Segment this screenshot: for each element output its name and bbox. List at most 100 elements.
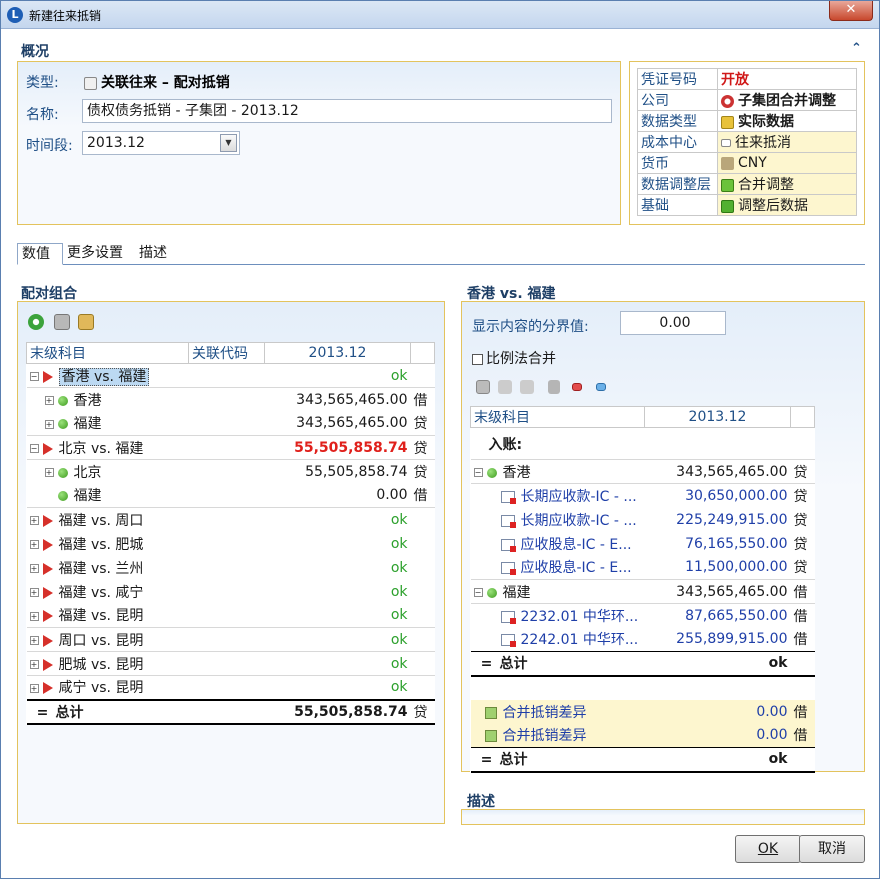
prop-key: 货币	[637, 152, 718, 174]
properties-table: 凭证号码 开放 公司 子集团合并调整 数据类型 实际数据 成本中心 往来抵消 货币 CNY…	[637, 68, 857, 216]
collapse-toggle-icon[interactable]: −	[29, 372, 39, 381]
prop-key: 公司	[637, 89, 718, 111]
table-row[interactable]: + 福建 vs. 咸宁 ok	[27, 580, 435, 604]
col-header-code[interactable]: 关联代码	[188, 342, 265, 364]
table-row[interactable]: 应收股息-IC - E... 76,165,550.00 贷	[471, 532, 815, 556]
table-row[interactable]: + 肥城 vs. 昆明 ok	[26, 651, 435, 676]
grid-alt-icon[interactable]	[520, 380, 534, 394]
table-row[interactable]: + 福建 vs. 兰州 ok	[27, 556, 435, 580]
expand-toggle-icon[interactable]: +	[29, 540, 39, 549]
table-row[interactable]: + 福建 vs. 周口 ok	[26, 507, 435, 532]
col-header-account[interactable]: 末级科目	[470, 406, 645, 428]
table-row[interactable]: 福建 0.00 借	[27, 484, 435, 508]
diff-icon	[484, 730, 497, 743]
cube-icon[interactable]	[54, 314, 70, 330]
basis-icon	[721, 199, 734, 213]
database-icon	[721, 115, 734, 129]
pair-icon	[42, 634, 53, 647]
prop-value[interactable]: 调整后数据	[738, 198, 808, 214]
expand-toggle-icon[interactable]: +	[44, 419, 54, 429]
table-row[interactable]: 2232.01 中华环... 87,665,550.00 借	[470, 603, 815, 628]
total-row: = 总计 ok	[470, 747, 815, 772]
collapse-toggle-icon[interactable]: −	[29, 444, 39, 453]
col-header-period[interactable]: 2013.12	[264, 342, 411, 364]
detail-table: 末级科目 2013.12 入账: − 香港 343,565,465.00 贷 长期应收款…	[470, 406, 815, 773]
table-row[interactable]: 长期应收款-IC - ... 225,249,915.00 贷	[471, 508, 815, 532]
grid-icon[interactable]	[498, 380, 512, 394]
tab-description[interactable]: 描述	[135, 243, 171, 265]
prop-value[interactable]: CNY	[738, 155, 767, 171]
tab-more-settings[interactable]: 更多设置	[63, 243, 127, 265]
prop-value[interactable]: 开放	[717, 68, 857, 90]
expand-toggle-icon[interactable]: +	[29, 636, 39, 645]
cancel-button[interactable]: 取消	[799, 835, 865, 863]
tab-strip: 数值 更多设置 描述	[17, 241, 865, 265]
prop-key: 数据调整层	[637, 173, 718, 195]
expand-toggle-icon[interactable]: +	[29, 588, 39, 597]
col-header-account[interactable]: 末级科目	[26, 342, 189, 364]
ok-button[interactable]: OK	[735, 835, 801, 863]
collapse-toggle-icon[interactable]: −	[473, 468, 483, 477]
entity-icon	[57, 467, 68, 478]
cost-center-icon	[721, 139, 731, 147]
entity-icon	[57, 491, 68, 502]
table-row[interactable]: + 咸宁 vs. 昆明 ok	[26, 675, 435, 700]
table-row[interactable]: + 福建 vs. 昆明 ok	[27, 604, 435, 628]
diff-row[interactable]: 合并抵销差异 0.00 借	[470, 723, 815, 748]
expand-toggle-icon[interactable]: +	[29, 516, 39, 526]
description-panel[interactable]	[461, 809, 865, 825]
collapse-toggle-icon[interactable]: −	[473, 588, 483, 597]
name-input[interactable]: 债权债务抵销 - 子集团 - 2013.12	[82, 99, 612, 123]
table-row[interactable]: 长期应收款-IC - ... 30,650,000.00 贷	[470, 483, 815, 508]
checkbox-icon[interactable]	[472, 353, 483, 365]
table-row[interactable]: + 香港 343,565,465.00 借	[26, 387, 435, 412]
col-header-period[interactable]: 2013.12	[644, 406, 791, 428]
refresh-icon[interactable]	[28, 314, 44, 330]
description-title: 描述	[467, 794, 495, 810]
table-row[interactable]: + 福建 vs. 肥城 ok	[27, 532, 435, 556]
period-label: 时间段:	[26, 138, 73, 154]
diff-row[interactable]: 合并抵销差异 0.00 借	[470, 699, 815, 724]
period-select[interactable]: 2013.12 ▼	[82, 131, 240, 155]
table-row[interactable]: 应收股息-IC - E... 11,500,000.00 贷	[471, 556, 815, 580]
expand-toggle-icon[interactable]: +	[44, 468, 54, 478]
title-bar: L 新建往来抵销 ✕	[1, 1, 879, 29]
expand-toggle-icon[interactable]: +	[29, 660, 39, 669]
table-row[interactable]: 2242.01 中华环... 255,899,915.00 借	[471, 628, 815, 652]
window-title: 新建往来抵销	[29, 9, 102, 23]
pair-panel: 末级科目 关联代码 2013.12 − 香港 vs. 福建 ok + 香港 343,565,…	[17, 301, 445, 824]
pair-icon	[42, 370, 53, 383]
tab-values[interactable]: 数值	[17, 243, 63, 265]
table-row[interactable]: + 福建 343,565,465.00 贷	[27, 412, 435, 436]
table-row[interactable]: − 香港 343,565,465.00 贷	[470, 459, 815, 484]
prop-value[interactable]: 往来抵消	[735, 135, 791, 151]
table-row[interactable]: − 福建 343,565,465.00 借	[470, 579, 815, 604]
prop-value[interactable]: 实际数据	[738, 114, 794, 130]
close-button[interactable]: ✕	[829, 1, 873, 21]
expand-toggle-icon[interactable]: +	[44, 396, 54, 406]
settings-icon[interactable]	[78, 314, 94, 330]
collapse-icon[interactable]: ⌃	[851, 41, 862, 56]
proportional-checkbox[interactable]: 比例法合并	[472, 348, 556, 368]
prop-value[interactable]: 合并调整	[738, 177, 794, 193]
table-row[interactable]: − 香港 vs. 福建 ok	[27, 364, 435, 388]
table-row[interactable]: − 北京 vs. 福建 55,505,858.74 贷	[26, 435, 435, 460]
layer-icon	[721, 178, 734, 192]
table-row[interactable]: + 北京 55,505,858.74 贷	[26, 459, 435, 484]
entity-icon	[486, 587, 497, 598]
expand-toggle-icon[interactable]: +	[29, 564, 39, 573]
account-icon	[500, 634, 516, 648]
red-marker-icon[interactable]	[572, 383, 582, 391]
expand-toggle-icon[interactable]: +	[29, 683, 39, 693]
column-icon[interactable]	[548, 380, 560, 394]
prop-key: 凭证号码	[637, 68, 718, 90]
threshold-input[interactable]: 0.00	[620, 311, 726, 335]
chevron-down-icon[interactable]: ▼	[220, 134, 237, 152]
prop-value[interactable]: 子集团合并调整	[738, 93, 836, 109]
blue-marker-icon[interactable]	[596, 383, 606, 391]
table-row[interactable]: + 周口 vs. 昆明 ok	[26, 627, 435, 652]
pair-icon	[42, 586, 53, 599]
expand-toggle-icon[interactable]: +	[29, 611, 39, 621]
account-icon	[500, 538, 516, 552]
cube-icon[interactable]	[476, 380, 490, 394]
